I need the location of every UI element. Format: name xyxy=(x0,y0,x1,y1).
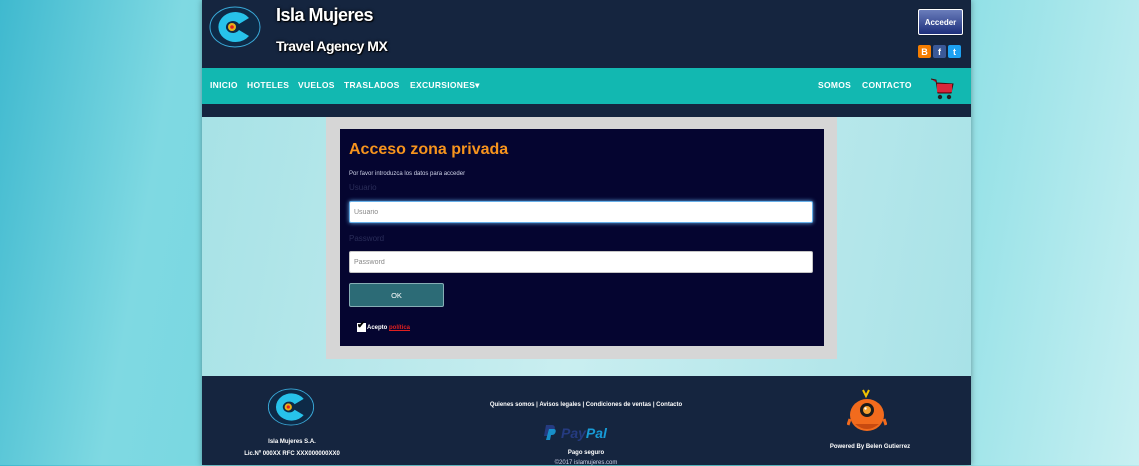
powered-by: Powered By Belen Gutierrez xyxy=(829,444,911,450)
site-subtitle: Travel Agency MX xyxy=(276,38,388,54)
nav-bottom-strip xyxy=(202,104,971,117)
footer-link-contacto[interactable]: Contacto xyxy=(656,402,682,408)
checkmark-icon: ✔ xyxy=(357,320,366,331)
policy-link[interactable]: política xyxy=(389,325,410,331)
twitter-icon[interactable]: t xyxy=(948,45,961,58)
company-name: Isla Mujeres S.A. xyxy=(268,439,316,445)
password-label: Password xyxy=(349,234,385,243)
payment-note: Pago seguro xyxy=(567,450,605,456)
copyright: ©2017 islamujeres.com xyxy=(554,460,618,466)
mascot-icon xyxy=(847,389,887,431)
footer-links: Quienes somos | Avisos legales | Condici… xyxy=(489,402,683,408)
nav-item-excursiones[interactable]: EXCURSIONES▾ xyxy=(410,80,480,91)
footer-link-quienes-somos[interactable]: Quienes somos xyxy=(490,402,535,408)
login-instructions: Por favor introduzca los datos para acce… xyxy=(349,171,466,177)
shopping-cart-icon[interactable] xyxy=(929,76,955,102)
nav-item-inicio[interactable]: INICIO xyxy=(210,80,238,90)
site-title[interactable]: Isla Mujeres xyxy=(276,5,374,26)
nav-item-vuelos[interactable]: VUELOS xyxy=(298,80,335,90)
username-input[interactable] xyxy=(349,201,813,223)
facebook-icon[interactable]: f xyxy=(933,45,946,58)
blogger-icon[interactable]: B xyxy=(918,45,931,58)
login-panel xyxy=(340,129,824,346)
nav-item-contacto[interactable]: CONTACTO xyxy=(862,80,912,90)
accept-text: Acepto xyxy=(367,325,388,331)
nav-item-hoteles[interactable]: HOTELES xyxy=(247,80,289,90)
nav-item-traslados[interactable]: TRASLADOS xyxy=(344,80,400,90)
company-license: Lic.Nº 000XX RFC XXX000000XX0 xyxy=(244,451,340,457)
accept-checkbox[interactable]: ✔ xyxy=(357,320,366,332)
footer-link-avisos-legales[interactable]: Avisos legales xyxy=(539,402,580,408)
ok-button[interactable]: OK xyxy=(349,283,444,307)
site-logo-icon[interactable] xyxy=(209,6,261,48)
password-input[interactable] xyxy=(349,251,813,273)
paypal-icon xyxy=(544,425,556,440)
accept-label: Acepto política xyxy=(367,325,410,331)
username-label: Usuario xyxy=(349,183,377,192)
footer-link-condiciones[interactable]: Condiciones de ventas xyxy=(586,402,651,408)
footer-logo-icon xyxy=(267,388,315,426)
login-title: Acceso zona privada xyxy=(349,141,509,158)
page-container: Isla Mujeres Travel Agency MX Acceder B … xyxy=(202,0,971,466)
paypal-logo: PayPal xyxy=(543,423,633,443)
nav-item-somos[interactable]: SOMOS xyxy=(818,80,851,90)
login-button[interactable]: Acceder xyxy=(918,9,963,35)
paypal-text: PayPal xyxy=(561,425,607,441)
header: Isla Mujeres Travel Agency MX Acceder B … xyxy=(202,0,971,68)
main-nav: INICIO HOTELES VUELOS TRASLADOS EXCURSIO… xyxy=(202,68,971,104)
